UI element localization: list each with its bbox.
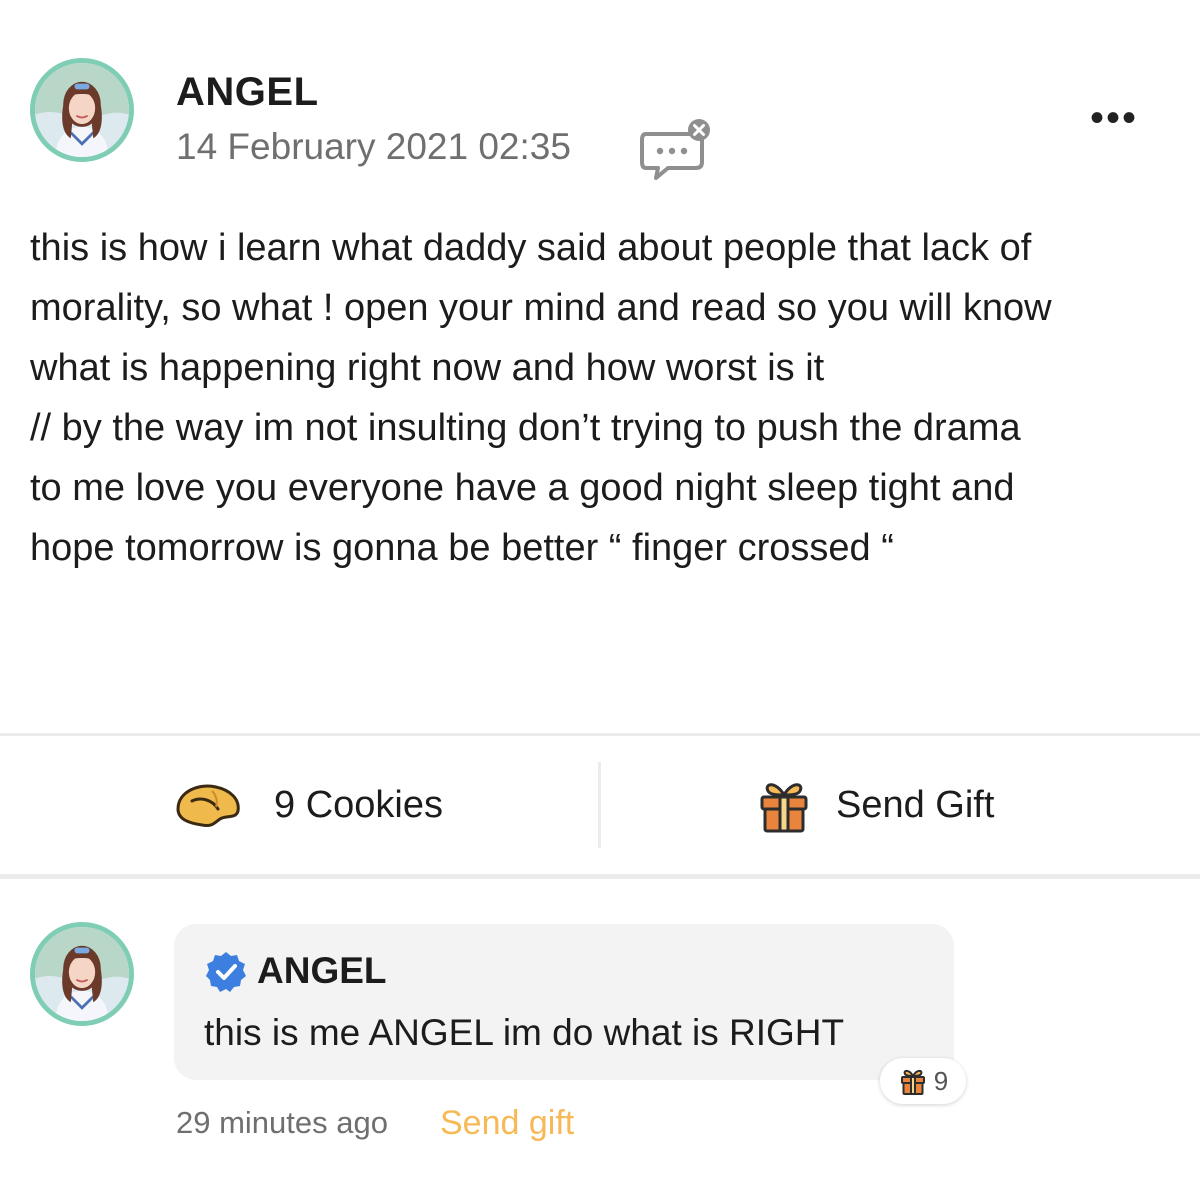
post-date: 14 February 2021 02:35 <box>176 126 571 167</box>
fortune-cookie-icon <box>176 784 240 827</box>
gift-icon <box>900 1069 925 1095</box>
comment-gift-count-badge[interactable]: 9 <box>880 1058 966 1104</box>
post-author-avatar[interactable] <box>30 58 134 162</box>
section-divider <box>0 874 1200 879</box>
action-divider <box>598 762 601 848</box>
comment-send-gift-link[interactable]: Send gift <box>440 1104 574 1143</box>
post-body-line: to me love you everyone have a good nigh… <box>30 467 1015 509</box>
comment-author-avatar[interactable] <box>30 922 134 1026</box>
more-options-button[interactable]: ••• <box>1084 96 1144 140</box>
comment-author-name[interactable]: ANGEL <box>257 950 387 992</box>
comment-timestamp: 29 minutes ago <box>176 1105 388 1140</box>
post-body-line: what is happening right now and how wors… <box>30 347 825 389</box>
post-body-line: this is how i learn what daddy said abou… <box>30 227 1032 269</box>
gift-icon <box>760 783 808 833</box>
send-gift-button[interactable]: Send Gift <box>754 772 994 838</box>
verified-badge-icon <box>204 950 248 994</box>
cookies-button[interactable]: 9 Cookies <box>172 772 443 838</box>
post-author-name[interactable]: ANGEL <box>176 70 319 115</box>
comment-text: this is me ANGEL im do what is RIGHT <box>204 1012 845 1053</box>
post-body-line: hope tomorrow is gonna be better “ finge… <box>30 527 894 569</box>
post-body: this is how i learn what daddy said abou… <box>30 218 1180 578</box>
send-gift-label: Send Gift <box>836 783 995 826</box>
comment-bubble <box>174 924 954 1080</box>
comment-disabled-icon <box>640 118 712 182</box>
post-body-line: morality, so what ! open your mind and r… <box>30 287 1052 329</box>
gift-count: 9 <box>933 1065 949 1096</box>
more-dots-icon: ••• <box>1089 96 1138 140</box>
cookies-count-label: 9 Cookies <box>274 783 443 826</box>
divider <box>0 733 1200 736</box>
post-body-line: // by the way im not insulting don’t try… <box>30 407 1021 449</box>
